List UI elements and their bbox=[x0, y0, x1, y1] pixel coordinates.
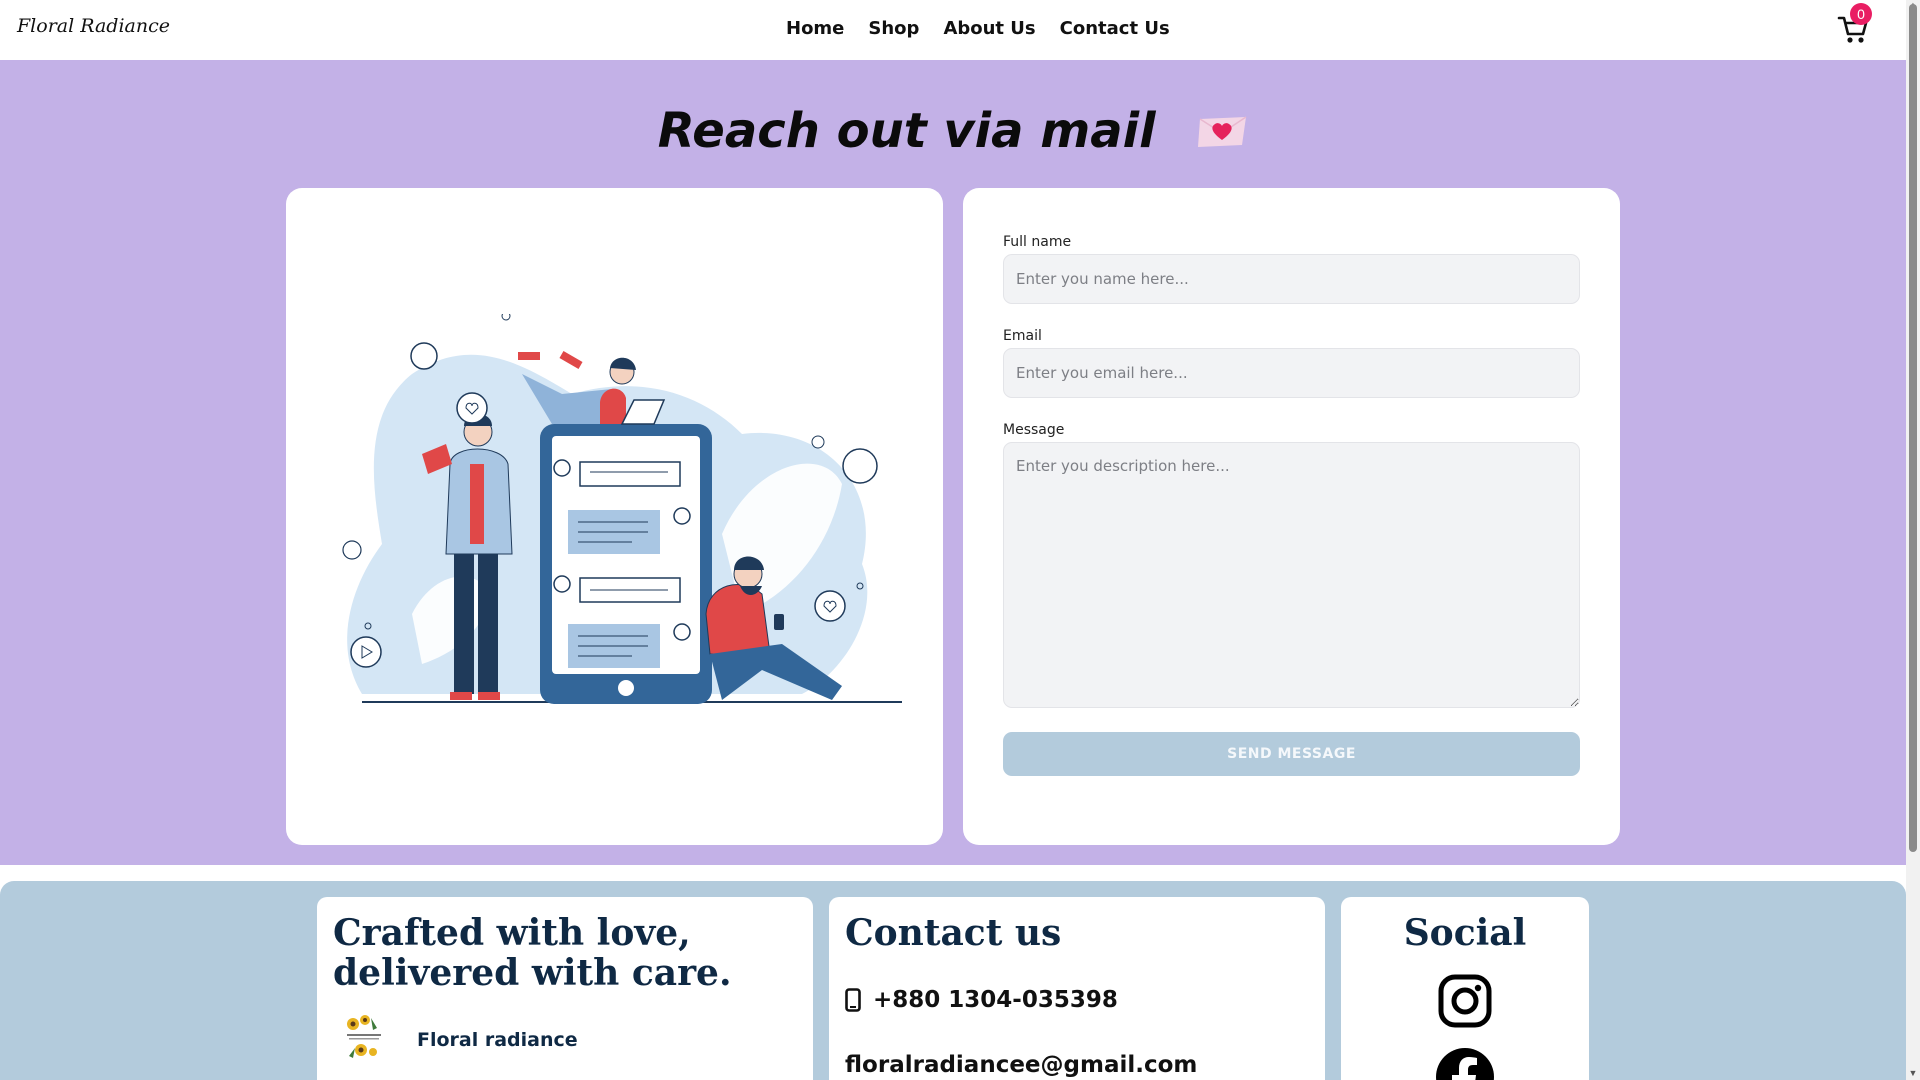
nav-about-us[interactable]: About Us bbox=[943, 18, 1035, 39]
contact-form-card: Full name Email Message SEND MESSAGE bbox=[963, 188, 1620, 845]
site-header: Floral Radiance Home Shop About Us Conta… bbox=[0, 0, 1906, 60]
footer-tagline: Crafted with love, delivered with care. bbox=[333, 912, 732, 994]
site-footer: Crafted with love, delivered with care. … bbox=[0, 881, 1906, 1080]
footer-contact-card: Contact us +880 1304-035398 floralradian… bbox=[829, 897, 1325, 1080]
page-title-text: Reach out via mail bbox=[657, 103, 1156, 159]
facebook-icon[interactable] bbox=[1435, 1047, 1495, 1080]
contact-email[interactable]: floralradiancee@gmail.com bbox=[845, 1052, 1197, 1078]
nav-contact-us[interactable]: Contact Us bbox=[1060, 18, 1170, 39]
contact-illustration bbox=[342, 314, 902, 704]
instagram-icon[interactable] bbox=[1437, 973, 1493, 1029]
full-name-input[interactable] bbox=[1003, 254, 1580, 304]
phone-icon bbox=[845, 988, 861, 1012]
message-textarea[interactable] bbox=[1003, 442, 1580, 708]
message-label: Message bbox=[1003, 422, 1065, 438]
phone-number[interactable]: +880 1304-035398 bbox=[873, 987, 1118, 1013]
scroll-down-arrow-icon[interactable]: ▼ bbox=[1908, 1068, 1918, 1078]
nav-home[interactable]: Home bbox=[786, 18, 844, 39]
social-title: Social bbox=[1403, 912, 1527, 954]
full-name-label: Full name bbox=[1003, 234, 1072, 250]
email-input[interactable] bbox=[1003, 348, 1580, 398]
footer-brand-card: Crafted with love, delivered with care. … bbox=[317, 897, 813, 1080]
love-letter-icon bbox=[1198, 116, 1247, 147]
contact-title: Contact us bbox=[845, 912, 1062, 954]
brand-logo-icon bbox=[347, 1015, 381, 1058]
contact-section: Reach out via mail Full name Enter you n… bbox=[0, 60, 1906, 865]
brand-name: Floral radiance bbox=[417, 1029, 578, 1051]
send-message-button[interactable]: SEND MESSAGE bbox=[1003, 732, 1580, 776]
main-nav: Home Shop About Us Contact Us bbox=[786, 18, 1170, 39]
page-scrollbar[interactable]: ▲ ▼ bbox=[1906, 0, 1920, 1080]
site-logo[interactable]: Floral Radiance bbox=[17, 15, 170, 37]
scrollbar-thumb[interactable] bbox=[1909, 4, 1917, 852]
cart-count-badge: 0 bbox=[1850, 3, 1872, 25]
illustration-card bbox=[286, 188, 943, 845]
footer-social-card: Social bbox=[1341, 897, 1589, 1080]
email-label: Email bbox=[1003, 328, 1042, 344]
nav-shop[interactable]: Shop bbox=[868, 18, 919, 39]
phone-row: +880 1304-035398 bbox=[845, 987, 1118, 1013]
page-title: Reach out via mail bbox=[0, 100, 1906, 159]
